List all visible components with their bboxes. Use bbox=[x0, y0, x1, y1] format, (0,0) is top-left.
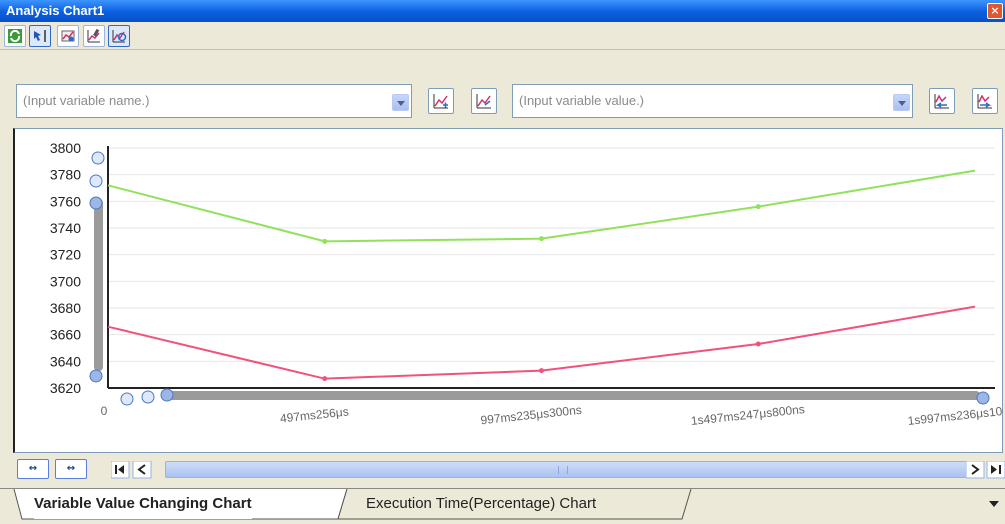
chart-view-button[interactable] bbox=[108, 25, 130, 47]
scroll-right-icon[interactable] bbox=[966, 461, 985, 479]
tab-strip: Variable Value Changing Chart Execution … bbox=[0, 488, 1005, 523]
chart-panel: 3800 3780 3760 3740 3720 3700 3680 3660 3640 3620… bbox=[13, 128, 1003, 453]
close-button[interactable]: × bbox=[987, 3, 1003, 19]
data-point bbox=[322, 238, 328, 244]
vertical-scrollbar[interactable] bbox=[94, 199, 103, 371]
data-point bbox=[322, 376, 328, 382]
remove-variable-button[interactable] bbox=[471, 88, 497, 114]
navigation-bar: ↔ ↔ bbox=[13, 455, 1005, 483]
horizontal-chart-scrollbar[interactable] bbox=[165, 391, 980, 400]
variable-name-combobox[interactable]: (Input variable name.) bbox=[16, 84, 412, 118]
chart-remove-icon bbox=[476, 94, 491, 109]
x-tick-label: 1s997ms236μs100ns bbox=[907, 402, 1003, 428]
scroll-left-icon[interactable] bbox=[132, 461, 152, 479]
refresh-button[interactable] bbox=[4, 25, 26, 47]
variable-value-combobox[interactable]: (Input variable value.) bbox=[512, 84, 913, 118]
data-point bbox=[539, 368, 544, 374]
shrink-icon: ↔ bbox=[66, 463, 76, 474]
cursor-icon bbox=[34, 30, 46, 42]
add-variable-button[interactable] bbox=[428, 88, 454, 114]
title-bar: Analysis Chart1 × bbox=[0, 0, 1005, 22]
y-tick-label: 3740 bbox=[50, 220, 81, 236]
previous-value-button[interactable] bbox=[929, 88, 955, 114]
chart-settings-button[interactable] bbox=[57, 25, 79, 47]
y-tick-label: 3720 bbox=[50, 247, 81, 263]
chevron-down-icon[interactable] bbox=[392, 94, 409, 111]
last-page-icon[interactable] bbox=[986, 461, 1005, 479]
chart-add-icon bbox=[433, 94, 448, 109]
scroll-left-icon[interactable] bbox=[160, 388, 174, 402]
scroll-right-icon[interactable] bbox=[976, 391, 990, 405]
x-tick-label: 0 bbox=[101, 404, 108, 418]
shrink-range-button[interactable]: ↔ bbox=[55, 459, 87, 479]
x-tick-label: 997ms235μs300ns bbox=[480, 403, 583, 428]
tab-variable-value-changing-chart[interactable]: Variable Value Changing Chart bbox=[34, 489, 252, 519]
y-tick-label: 3680 bbox=[50, 300, 81, 316]
chart-settings-icon bbox=[61, 30, 75, 42]
x-tick-label: 497ms256μs bbox=[279, 404, 349, 425]
scroll-down-icon[interactable] bbox=[89, 369, 103, 383]
zoom-in-icon[interactable] bbox=[120, 392, 134, 406]
data-point bbox=[755, 204, 761, 210]
next-value-button[interactable] bbox=[972, 88, 998, 114]
chart-next-icon bbox=[977, 94, 992, 109]
chart-edit-button[interactable] bbox=[83, 25, 105, 47]
data-point bbox=[539, 236, 544, 242]
data-point bbox=[755, 341, 761, 347]
first-page-icon[interactable] bbox=[111, 461, 130, 479]
chart-view-icon bbox=[112, 30, 127, 43]
scroll-thumb-grip[interactable] bbox=[558, 466, 568, 474]
y-tick-label: 3700 bbox=[50, 273, 81, 289]
y-tick-label: 3800 bbox=[50, 140, 81, 156]
expand-range-button[interactable]: ↔ bbox=[17, 459, 49, 479]
variable-value-placeholder: (Input variable value.) bbox=[519, 93, 645, 108]
chart-edit-icon bbox=[87, 28, 100, 43]
horizontal-scrollbar[interactable] bbox=[165, 461, 970, 478]
series-line-2 bbox=[107, 305, 976, 380]
tab-execution-time-chart[interactable]: Execution Time(Percentage) Chart bbox=[366, 489, 596, 519]
expand-icon: ↔ bbox=[28, 463, 38, 474]
chevron-down-icon[interactable] bbox=[893, 94, 910, 111]
chevron-down-icon[interactable] bbox=[988, 499, 1000, 509]
scroll-up-icon[interactable] bbox=[89, 196, 103, 210]
y-tick-label: 3760 bbox=[50, 193, 81, 209]
window-title: Analysis Chart1 bbox=[6, 3, 105, 18]
y-tick-label: 3660 bbox=[50, 327, 81, 343]
toolbar bbox=[0, 22, 1005, 50]
cursor-button[interactable] bbox=[29, 25, 51, 47]
refresh-icon bbox=[8, 29, 22, 43]
zoom-out-icon[interactable] bbox=[89, 174, 103, 188]
scroll-first-controls bbox=[111, 461, 152, 479]
chart-previous-icon bbox=[934, 94, 949, 109]
zoom-out-icon[interactable] bbox=[141, 390, 155, 404]
y-tick-label: 3640 bbox=[50, 353, 81, 369]
series-line-1 bbox=[107, 169, 976, 243]
y-tick-label: 3780 bbox=[50, 167, 81, 183]
variable-name-placeholder: (Input variable name.) bbox=[23, 93, 150, 108]
line-chart: 3800 3780 3760 3740 3720 3700 3680 3660 3640 3620… bbox=[50, 140, 1003, 428]
scroll-last-controls bbox=[966, 461, 1005, 479]
zoom-in-icon[interactable] bbox=[91, 151, 105, 165]
y-tick-label: 3620 bbox=[50, 380, 81, 396]
x-tick-label: 1s497ms247μs800ns bbox=[690, 402, 805, 428]
